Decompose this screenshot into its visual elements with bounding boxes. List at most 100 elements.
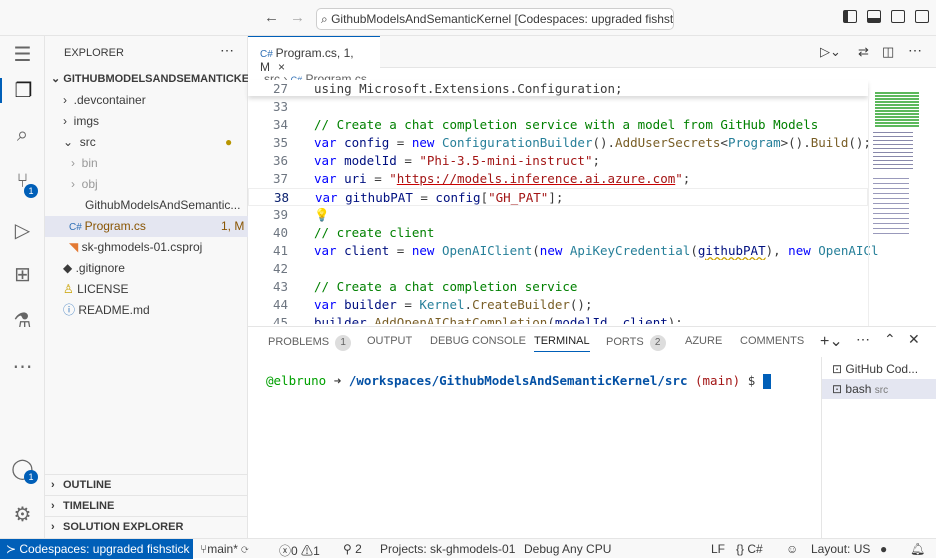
- modified-dot-icon: ●: [225, 132, 232, 153]
- ports-indicator[interactable]: ⚲ 2: [343, 542, 362, 556]
- code-line[interactable]: 34// Create a chat completion service wi…: [248, 116, 868, 134]
- code-line[interactable]: 44var builder = Kernel.CreateBuilder();: [248, 296, 868, 314]
- code-line[interactable]: 33: [248, 98, 868, 116]
- tab-comments[interactable]: COMMENTS: [740, 335, 804, 347]
- code-line[interactable]: 39💡: [248, 206, 868, 224]
- prompt-sign: $: [748, 373, 756, 388]
- customize-layout-icon[interactable]: [915, 10, 929, 23]
- section-label: TIMELINE: [63, 500, 114, 512]
- close-panel-icon[interactable]: ✕: [908, 331, 920, 348]
- more-icon[interactable]: ⋯: [10, 354, 35, 379]
- toggle-secondary-sidebar-icon[interactable]: [891, 10, 905, 23]
- code-line[interactable]: 45builder.AddOpenAIChatCompletion(modelI…: [248, 314, 868, 324]
- terminal-item-active[interactable]: ⊡ bash src: [822, 379, 936, 399]
- command-center[interactable]: ⌕ GithubModelsAndSemanticKernel [Codespa…: [316, 8, 674, 30]
- lightbulb-icon[interactable]: 💡: [314, 207, 330, 222]
- extensions-icon[interactable]: ⊞: [10, 262, 35, 287]
- maximize-panel-icon[interactable]: ⌃: [884, 331, 896, 348]
- line-number: 45: [248, 314, 288, 324]
- chevron-right-icon: ›: [63, 114, 74, 128]
- notifications-bell-icon[interactable]: 🔔︎: [910, 542, 925, 556]
- tab-label: PORTS: [606, 336, 644, 348]
- debug-config[interactable]: Debug Any CPU: [524, 542, 611, 556]
- tab-terminal[interactable]: TERMINAL: [534, 335, 590, 352]
- workspace-root[interactable]: ⌄ GITHUBMODELSANDSEMANTICKE...: [45, 69, 248, 90]
- sync-icon[interactable]: ⟳: [241, 542, 248, 556]
- tab-ports[interactable]: PORTS2: [606, 335, 666, 351]
- sticky-line: using Microsoft.Extensions.Configuration…: [314, 81, 623, 96]
- search-icon[interactable]: ⌕: [10, 124, 35, 149]
- timeline-section[interactable]: ›TIMELINE: [45, 495, 248, 516]
- code-line[interactable]: 36var modelId = "Phi-3.5-mini-instruct";: [248, 152, 868, 170]
- code-line[interactable]: 41var client = new OpenAIClient(new ApiK…: [248, 242, 923, 260]
- menu-icon[interactable]: ☰: [10, 42, 35, 67]
- tree-item[interactable]: ⓘ README.md: [45, 300, 248, 321]
- tree-item[interactable]: › .devcontainer: [45, 90, 248, 111]
- chevron-right-icon: ›: [63, 93, 74, 107]
- chat-icon[interactable]: ●: [880, 542, 887, 556]
- code-line[interactable]: 37var uri = "https://models.inference.ai…: [248, 170, 868, 188]
- language-indicator[interactable]: {} C#: [736, 542, 763, 556]
- chevron-right-icon: ›: [51, 475, 55, 496]
- sticky-scroll[interactable]: 27using Microsoft.Extensions.Configurati…: [248, 80, 868, 96]
- tab-azure[interactable]: AZURE: [685, 335, 722, 347]
- keyboard-layout[interactable]: Layout: US: [811, 542, 870, 556]
- prompt-path: /workspaces/GithubModelsAndSemanticKerne…: [349, 373, 688, 388]
- terminal-output[interactable]: @elbruno ➜ /workspaces/GithubModelsAndSe…: [266, 373, 771, 389]
- editor-area: C# Program.cs, 1, M× ▷⌄ ⇄ ◫ ⋯ src › C# P…: [248, 36, 936, 326]
- code-line[interactable]: 40// create client: [248, 224, 868, 242]
- more-actions-icon[interactable]: ⋯: [220, 42, 234, 59]
- tree-item[interactable]: ◆ .gitignore: [45, 258, 248, 279]
- tab-label: PROBLEMS: [268, 336, 329, 348]
- code-line[interactable]: 43// Create a chat completion service: [248, 278, 868, 296]
- new-terminal-icon[interactable]: +⌄: [820, 331, 843, 351]
- code-line[interactable]: 42: [248, 260, 868, 278]
- back-icon[interactable]: ←: [264, 9, 279, 26]
- forward-icon[interactable]: →: [290, 9, 305, 26]
- toggle-sidebar-icon[interactable]: [843, 10, 857, 23]
- tree-item[interactable]: GithubModelsAndSemantic...: [45, 195, 248, 216]
- tree-item[interactable]: › imgs: [45, 111, 248, 132]
- tree-item[interactable]: ⌄ src●: [45, 132, 248, 153]
- tree-label: obj: [82, 177, 98, 191]
- more-actions-icon[interactable]: ⋯: [908, 42, 922, 59]
- more-actions-icon[interactable]: ⋯: [856, 331, 870, 348]
- solution-explorer-section[interactable]: ›SOLUTION EXPLORER: [45, 516, 248, 537]
- minimap[interactable]: [868, 88, 924, 326]
- tree-label: bin: [82, 156, 98, 170]
- tree-item[interactable]: › bin: [45, 153, 248, 174]
- settings-gear-icon[interactable]: ⚙: [10, 502, 35, 527]
- tree-item[interactable]: ♙ LICENSE: [45, 279, 248, 300]
- code-line[interactable]: 35var config = new ConfigurationBuilder(…: [248, 134, 868, 152]
- tree-item[interactable]: › obj: [45, 174, 248, 195]
- accounts-icon[interactable]: ◯1: [10, 456, 35, 481]
- toggle-panel-icon[interactable]: [867, 10, 881, 23]
- outline-section[interactable]: ›OUTLINE: [45, 474, 248, 495]
- tab-problems[interactable]: PROBLEMS1: [268, 335, 351, 351]
- tree-label: .gitignore: [76, 261, 125, 275]
- run-debug-icon[interactable]: ▷: [10, 218, 35, 243]
- testing-icon[interactable]: ⚗: [10, 308, 35, 333]
- tab-output[interactable]: OUTPUT: [367, 335, 412, 347]
- run-icon[interactable]: ▷⌄: [820, 44, 841, 60]
- tab-debug-console[interactable]: DEBUG CONSOLE: [430, 335, 526, 347]
- activity-bar: ☰ ❐ ⌕ ⑂1 ▷ ⊞ ⚗ ⋯ ◯1 ⚙: [0, 36, 45, 538]
- title-bar: ← → ⌕ GithubModelsAndSemanticKernel [Cod…: [0, 0, 936, 36]
- compare-changes-icon[interactable]: ⇄: [858, 44, 869, 60]
- chevron-right-icon: ›: [71, 177, 82, 191]
- eol-indicator[interactable]: LF: [711, 542, 725, 556]
- accounts-badge: 1: [24, 470, 38, 484]
- editor-tabs: C# Program.cs, 1, M× ▷⌄ ⇄ ◫ ⋯: [248, 36, 936, 68]
- remote-indicator[interactable]: ≻ Codespaces: upgraded fishstick: [0, 539, 193, 559]
- project-indicator[interactable]: Projects: sk-ghmodels-01: [380, 542, 515, 556]
- branch-indicator[interactable]: ⑂main* ⟳: [200, 542, 248, 556]
- tree-item[interactable]: ◥ sk-ghmodels-01.csproj: [45, 237, 248, 258]
- tab-program-cs[interactable]: C# Program.cs, 1, M×: [248, 36, 380, 69]
- tree-item-selected[interactable]: C# Program.cs1, M: [45, 216, 248, 237]
- problems-indicator[interactable]: ⓧ0 ⚠1: [279, 542, 320, 559]
- explorer-icon[interactable]: ❐: [0, 78, 45, 103]
- copilot-icon[interactable]: ☺: [786, 542, 798, 556]
- terminal-item[interactable]: ⊡ GitHub Cod...: [822, 359, 936, 379]
- split-editor-icon[interactable]: ◫: [882, 44, 894, 60]
- source-control-icon[interactable]: ⑂1: [10, 170, 35, 195]
